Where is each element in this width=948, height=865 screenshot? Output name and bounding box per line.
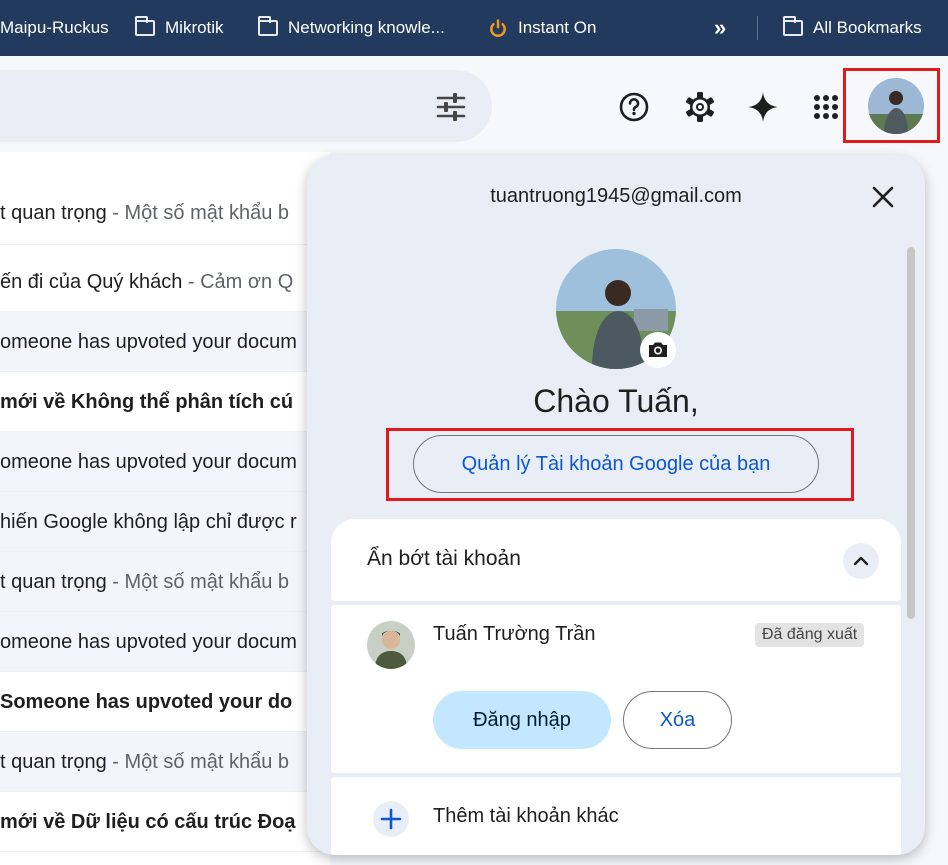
bookmark-networking[interactable]: Networking knowle... [258, 0, 445, 56]
list-item[interactable]: omeone has upvoted your docum [0, 612, 330, 672]
bookmark-maipu-ruckus[interactable]: Maipu-Ruckus [0, 0, 109, 56]
hide-accounts-label: Ẩn bớt tài khoản [367, 547, 521, 570]
mail-subject: ến đi của Quý khách [0, 271, 183, 293]
camera-icon [649, 342, 667, 357]
add-account-button[interactable]: Thêm tài khoản khác [331, 777, 901, 855]
bookmark-mikrotik[interactable]: Mikrotik [135, 0, 224, 56]
mail-list: t quan trọng - Một số mật khẩu b ến đi c… [0, 152, 330, 865]
help-icon [619, 92, 649, 122]
list-item[interactable]: t quan trọng - Một số mật khẩu b [0, 552, 330, 612]
mail-subject: t quan trọng [0, 202, 107, 224]
folder-icon [135, 16, 155, 36]
bookmark-all-bookmarks[interactable]: All Bookmarks [783, 0, 922, 56]
list-item[interactable]: t quan trọng - Một số mật khẩu b [0, 193, 330, 245]
mail-subject: omeone has upvoted your docum [0, 331, 297, 353]
bookmark-label: All Bookmarks [813, 18, 922, 37]
bookmarks-overflow-button[interactable]: » [714, 0, 726, 56]
change-photo-button[interactable] [640, 332, 676, 368]
bookmark-instant-on[interactable]: Instant On [488, 0, 596, 56]
mail-subject: Someone has upvoted your do [0, 691, 293, 713]
settings-button[interactable] [682, 89, 718, 125]
highlight-box-manage [386, 428, 854, 501]
folder-icon [783, 16, 803, 36]
chevron-up-icon [853, 556, 869, 566]
hide-accounts-toggle[interactable]: Ẩn bớt tài khoản [331, 519, 901, 601]
bookmark-divider [757, 16, 758, 40]
mail-subject: omeone has upvoted your docum [0, 451, 297, 473]
list-item[interactable]: omeone has upvoted your docum [0, 312, 330, 372]
settings-icon [686, 92, 714, 122]
account-popup: tuantruong1945@gmail.com Chào Tuấn, Quản… [307, 155, 925, 855]
app-header [0, 56, 948, 152]
signin-button[interactable]: Đăng nhập [433, 691, 611, 749]
mail-snippet: - Một số mật khẩu b [106, 202, 290, 224]
scrollbar[interactable] [907, 247, 915, 619]
apps-icon [814, 95, 838, 119]
bookmark-label: Networking knowle... [288, 18, 445, 37]
mail-subject: t quan trọng [0, 571, 107, 593]
bookmark-label: Maipu-Ruckus [0, 18, 109, 37]
mail-subject: hiến Google không lập chỉ được r [0, 511, 297, 533]
collapse-button[interactable] [843, 543, 879, 579]
list-item[interactable]: mới về Dữ liệu có cấu trúc Đoạ [0, 792, 330, 852]
help-button[interactable] [616, 89, 652, 125]
list-item[interactable]: ến đi của Quý khách - Cảm ơn Q [0, 252, 330, 312]
gemini-button[interactable] [745, 89, 781, 125]
folder-icon [258, 16, 278, 36]
gemini-icon [748, 92, 778, 122]
apps-button[interactable] [808, 89, 844, 125]
greeting: Chào Tuấn, [533, 383, 699, 419]
bookmark-label: Mikrotik [165, 18, 224, 37]
list-item[interactable]: hiến Google không lập chỉ được r [0, 492, 330, 552]
add-icon-wrap [373, 801, 409, 837]
mail-subject: t quan trọng [0, 751, 107, 773]
list-item[interactable]: t quan trọng - Một số mật khẩu b [0, 732, 330, 792]
mail-subject: mới về Không thể phân tích cú [0, 391, 294, 413]
close-icon[interactable] [867, 181, 899, 213]
remove-account-button[interactable]: Xóa [623, 691, 732, 749]
mail-snippet: - Cảm ơn Q [182, 271, 294, 293]
list-item[interactable]: mới về Không thể phân tích cú [0, 372, 330, 432]
bookmark-label: Instant On [518, 18, 597, 37]
avatar-image [367, 621, 415, 669]
other-account-card: Tuấn Trường Trần Đã đăng xuất Đăng nhập … [331, 605, 901, 773]
status-badge: Đã đăng xuất [755, 623, 865, 647]
mail-snippet: - Một số mật khẩu b [106, 571, 290, 593]
chevron-double-icon: » [714, 15, 726, 40]
power-icon [490, 19, 506, 37]
mail-subject: mới về Dữ liệu có cấu trúc Đoạ [0, 811, 296, 833]
plus-icon [380, 808, 402, 830]
bookmarks-bar: Maipu-Ruckus Mikrotik Networking knowle.… [0, 0, 948, 56]
list-item[interactable]: Someone has upvoted your do [0, 672, 330, 732]
tune-icon[interactable] [433, 89, 469, 125]
search-bar[interactable] [0, 70, 492, 142]
add-account-label: Thêm tài khoản khác [433, 805, 619, 827]
highlight-box-avatar [843, 68, 940, 143]
avatar [367, 621, 415, 669]
mail-snippet: - Một số mật khẩu b [106, 751, 290, 773]
account-name: Tuấn Trường Trần [433, 623, 596, 645]
mail-subject: omeone has upvoted your docum [0, 631, 297, 653]
list-item[interactable]: omeone has upvoted your docum [0, 432, 330, 492]
account-email: tuantruong1945@gmail.com [490, 185, 742, 207]
